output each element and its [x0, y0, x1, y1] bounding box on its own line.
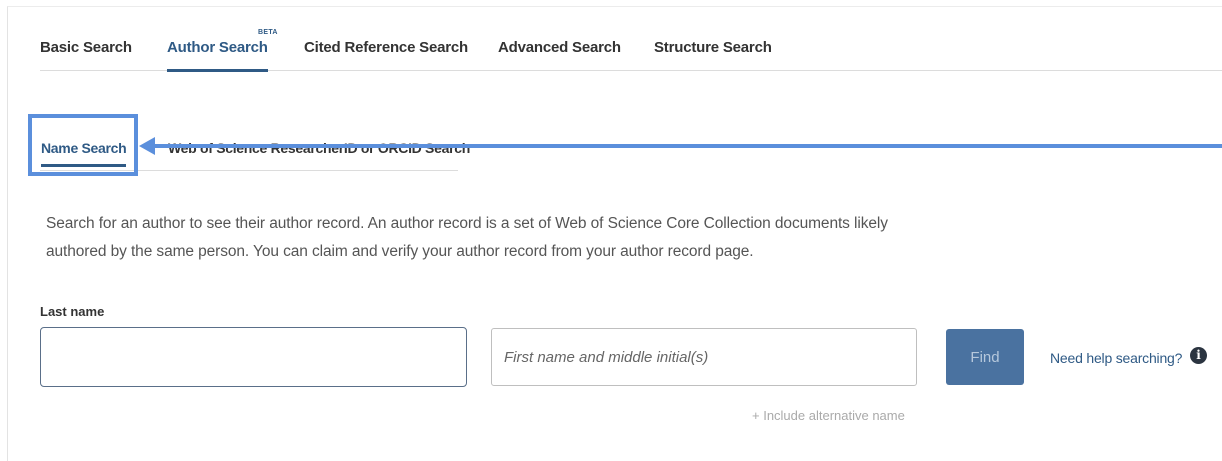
tab-basic-search[interactable]: Basic Search [40, 39, 132, 56]
search-type-tabs: Basic Search Author Search BETA Cited Re… [40, 28, 1222, 72]
beta-badge: BETA [258, 29, 278, 36]
info-icon[interactable]: i [1190, 347, 1207, 364]
first-name-input[interactable] [491, 328, 917, 386]
author-search-description: Search for an author to see their author… [46, 215, 888, 260]
tab-structure-search[interactable]: Structure Search [654, 39, 772, 56]
find-button[interactable]: Find [946, 329, 1024, 385]
help-searching-link[interactable]: Need help searching? [1050, 350, 1182, 366]
tab-advanced-search[interactable]: Advanced Search [498, 39, 621, 56]
annotation-arrow [139, 137, 1222, 155]
tab-cited-reference-search[interactable]: Cited Reference Search [304, 39, 468, 56]
annotation-highlight-box [28, 114, 138, 176]
last-name-input[interactable] [40, 327, 467, 387]
tab-author-search[interactable]: Author Search [167, 39, 268, 72]
include-alternative-name-link[interactable]: + Include alternative name [752, 408, 905, 423]
last-name-label: Last name [40, 304, 105, 319]
